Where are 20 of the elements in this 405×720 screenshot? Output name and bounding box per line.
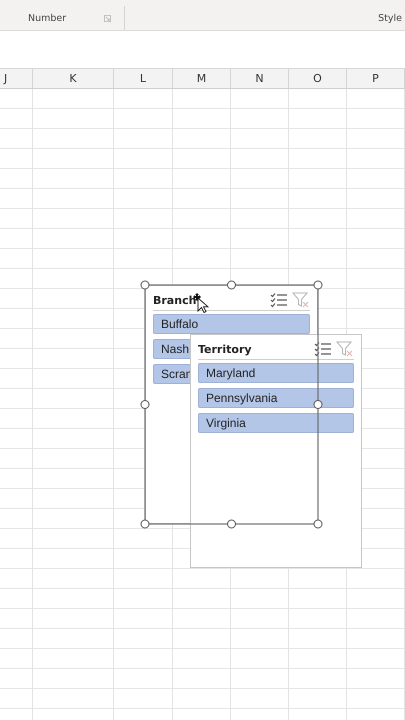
selection-frame[interactable] [140, 280, 323, 529]
column-header[interactable]: N [231, 69, 289, 88]
column-header[interactable]: K [33, 69, 114, 88]
slicer-title: Territory [198, 342, 252, 356]
dialog-launcher-icon[interactable] [104, 14, 112, 22]
column-header[interactable]: M [173, 69, 231, 88]
column-header[interactable]: O [289, 69, 347, 88]
slicer-item[interactable]: Maryland [198, 363, 354, 383]
group-label: Number [28, 12, 66, 24]
slicer-item[interactable]: Nash [153, 339, 190, 359]
slicer-item[interactable]: Virginia [198, 413, 354, 433]
slicer-title: Branch [153, 294, 196, 306]
multi-select-icon[interactable] [314, 341, 332, 357]
multi-select-icon[interactable] [270, 292, 288, 308]
slicer-item[interactable]: Buffalo [153, 314, 310, 334]
slicer-item[interactable]: Pennsylvania [198, 388, 354, 408]
column-header[interactable]: L [114, 69, 173, 88]
column-header[interactable]: P [347, 69, 405, 88]
column-header[interactable]: J [0, 69, 33, 88]
group-label: Style [378, 12, 402, 24]
